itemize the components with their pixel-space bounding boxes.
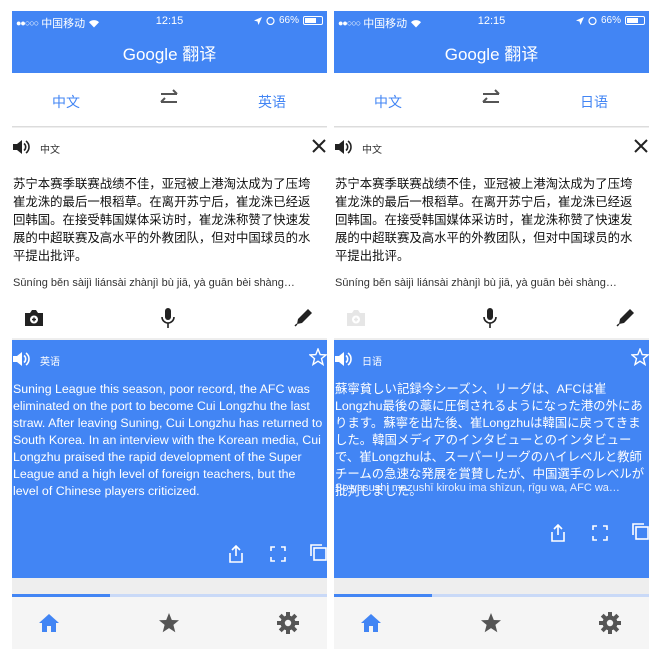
target-language-button[interactable]: 日语	[580, 92, 608, 112]
language-bar: 中文 英语	[12, 73, 327, 127]
speaker-icon[interactable]	[12, 138, 30, 156]
camera-icon[interactable]	[23, 308, 45, 328]
input-tools	[334, 299, 649, 339]
mic-icon[interactable]	[160, 307, 176, 329]
home-icon[interactable]	[360, 613, 382, 633]
close-icon[interactable]	[633, 138, 649, 154]
status-bar: ●●○○○ 中国移动 12:15 66%	[12, 11, 327, 33]
camera-icon	[347, 310, 365, 326]
share-icon[interactable]	[549, 524, 567, 542]
expand-icon[interactable]	[269, 545, 287, 563]
gear-icon[interactable]	[599, 612, 621, 634]
battery-icon	[303, 16, 323, 25]
app-bar: ●●○○○ 中国移动 12:15 66% Google 翻译	[334, 11, 649, 73]
translation-text[interactable]: Suning League this season, poor record, …	[13, 381, 324, 500]
app-title: Google 翻译	[444, 45, 539, 64]
phrasebook-star-icon[interactable]	[480, 612, 502, 634]
app-bar: ●●○○○ 中国移动 12:15 66% Google 翻译	[12, 11, 327, 73]
source-romanization: Sūníng běn sàijì liánsài zhànjì bù jiā, …	[13, 277, 295, 289]
status-bar: ●●○○○ 中国移动 12:15 66%	[334, 11, 649, 33]
app-title: Google 翻译	[122, 45, 217, 64]
source-text[interactable]: 苏宁本赛季联赛战绩不佳，亚冠被上港淘汰成为了压垮崔龙洙的最后一根稻草。在离开苏宁…	[13, 175, 315, 265]
swap-icon[interactable]	[480, 89, 502, 107]
location-icon	[253, 16, 262, 25]
target-language-button[interactable]: 英语	[258, 92, 286, 112]
phone-screen-japanese: ●●○○○ 中国移动 12:15 66% Google 翻译 中文 日语 中文 …	[334, 11, 649, 649]
input-card: 中文 苏宁本赛季联赛战绩不佳，亚冠被上港淘汰成为了压垮崔龙洙的最后一根稻草。在离…	[12, 128, 327, 338]
copy-icon[interactable]	[631, 522, 649, 540]
gear-icon[interactable]	[277, 612, 299, 634]
share-icon[interactable]	[227, 545, 245, 563]
pen-icon[interactable]	[616, 307, 636, 327]
source-card-language-label: 中文	[362, 145, 382, 156]
source-card-language-label: 中文	[40, 145, 60, 156]
input-tools	[12, 299, 327, 339]
input-card: 中文 苏宁本赛季联赛战绩不佳，亚冠被上港淘汰成为了压垮崔龙洙的最后一根稻草。在离…	[334, 128, 649, 338]
location-icon	[575, 16, 584, 25]
source-text[interactable]: 苏宁本赛季联赛战绩不佳，亚冠被上港淘汰成为了压垮崔龙洙的最后一根稻草。在离开苏宁…	[335, 175, 637, 265]
battery-percent: 66%	[278, 15, 299, 26]
mic-icon[interactable]	[482, 307, 498, 329]
translation-language-label: 英语	[40, 357, 60, 368]
star-icon[interactable]	[631, 348, 649, 366]
translation-language-label: 日语	[362, 357, 382, 368]
alarm-icon	[266, 16, 275, 25]
expand-icon[interactable]	[591, 524, 609, 542]
source-language-button[interactable]: 中文	[374, 92, 402, 112]
battery-percent: 66%	[600, 15, 621, 26]
close-icon[interactable]	[311, 138, 327, 154]
swap-icon[interactable]	[158, 89, 180, 107]
source-language-button[interactable]: 中文	[52, 92, 80, 112]
battery-icon	[625, 16, 645, 25]
language-bar: 中文 日语	[334, 73, 649, 127]
source-romanization: Sūníng běn sàijì liánsài zhànjì bù jiā, …	[335, 277, 617, 289]
translation-card: 日语 蘇寧貧しい記録今シーズン、リーグは、AFCは崔Longzhu最後の藁に圧倒…	[334, 340, 649, 578]
phrasebook-star-icon[interactable]	[158, 612, 180, 634]
speaker-icon[interactable]	[12, 350, 30, 368]
speaker-icon[interactable]	[334, 138, 352, 156]
alarm-icon	[588, 16, 597, 25]
pen-icon[interactable]	[294, 307, 314, 327]
bottom-nav	[12, 597, 327, 649]
phone-screen-english: ●●○○○ 中国移动 12:15 66% Google 翻译 中文 英语 中文 …	[12, 11, 327, 649]
translation-card: 英语 Suning League this season, poor recor…	[12, 340, 327, 578]
copy-icon[interactable]	[309, 543, 327, 561]
bottom-nav	[334, 597, 649, 649]
star-icon[interactable]	[309, 348, 327, 366]
home-icon[interactable]	[38, 613, 60, 633]
speaker-icon[interactable]	[334, 350, 352, 368]
translation-romanization: So yasushi mazushī kiroku ima shīzun, rī…	[335, 482, 620, 494]
